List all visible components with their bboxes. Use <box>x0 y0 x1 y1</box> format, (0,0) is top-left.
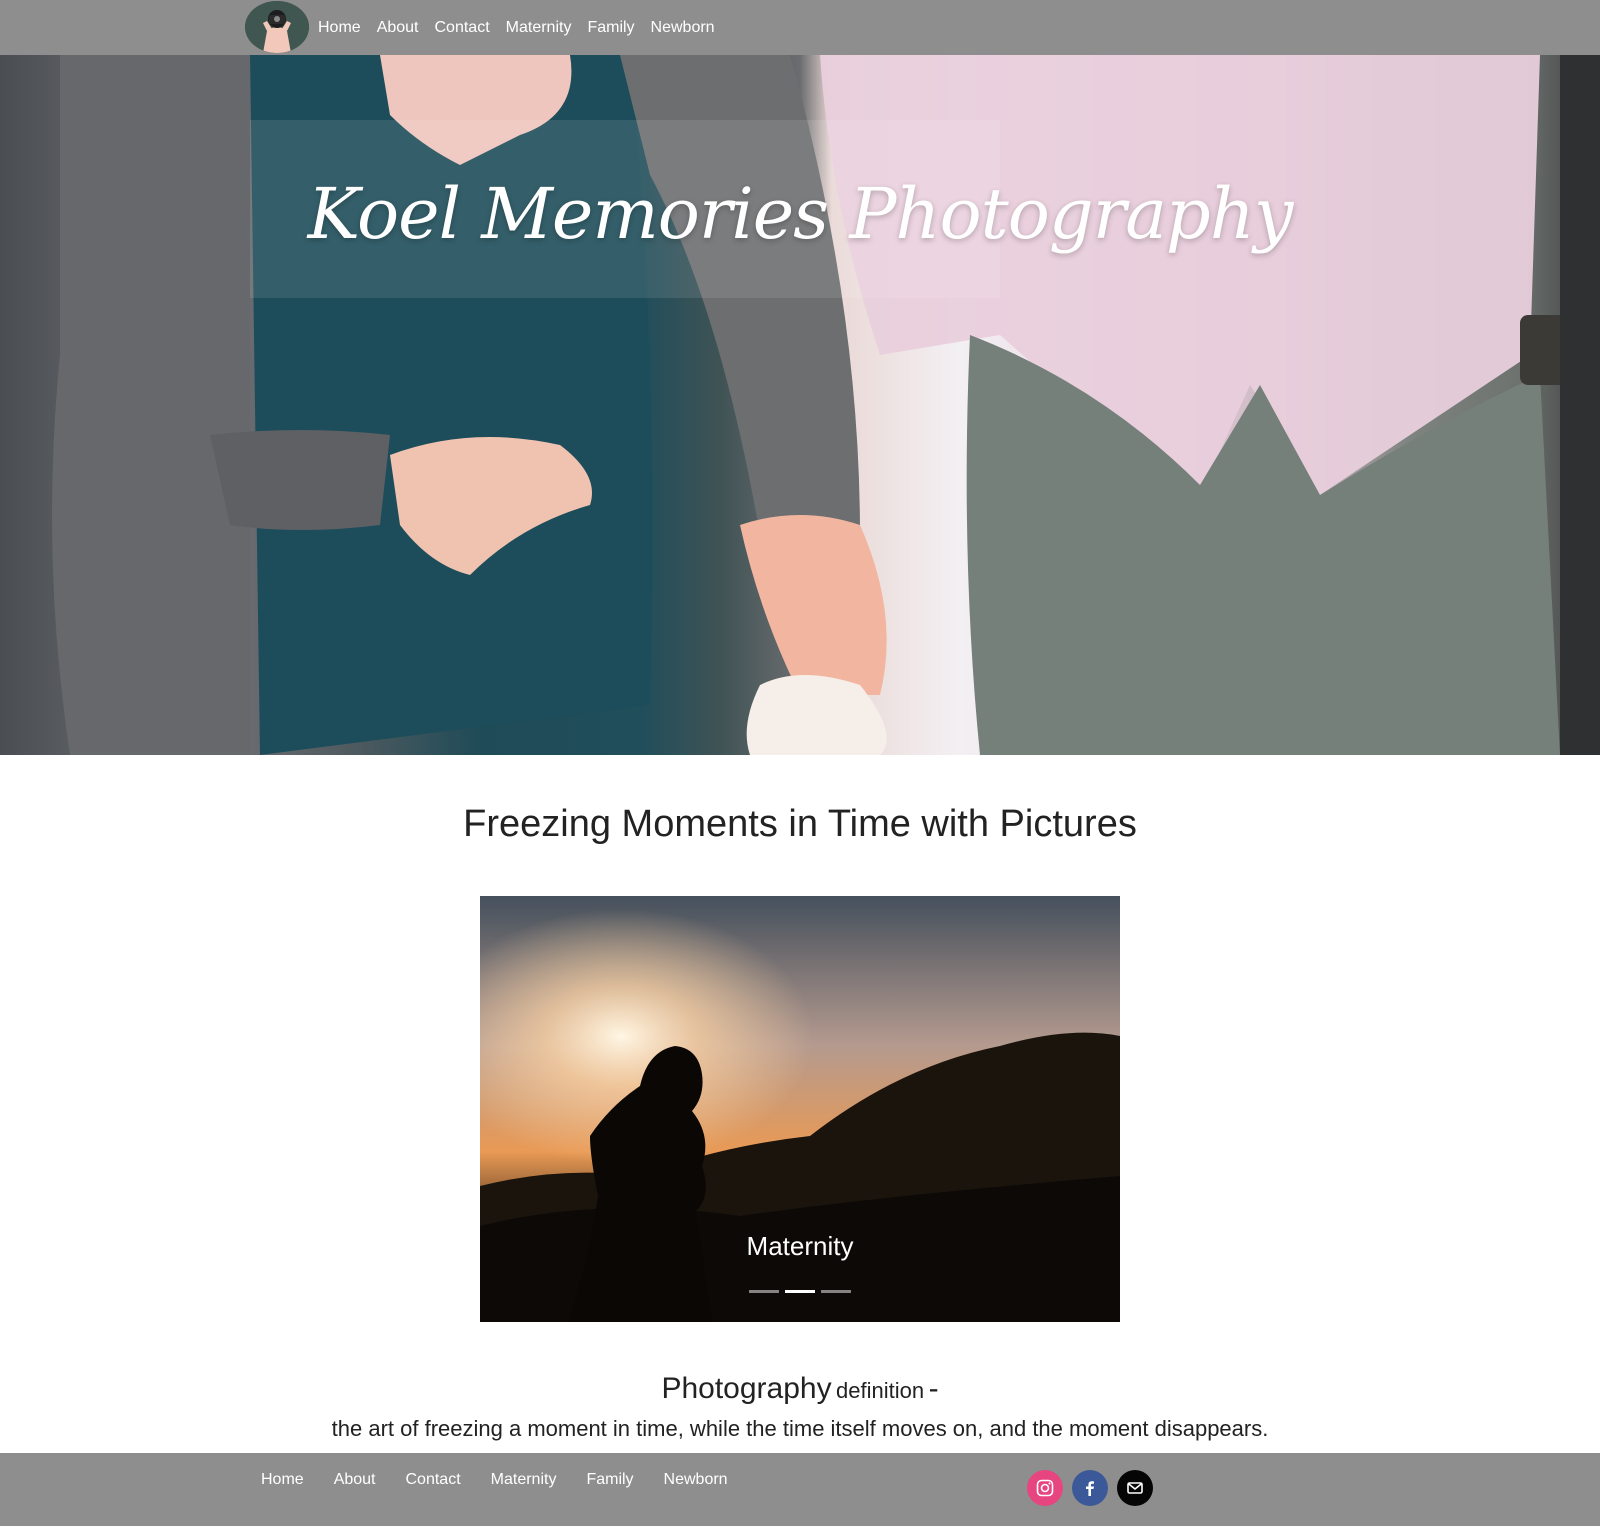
footer-link-contact[interactable]: Contact <box>406 1471 461 1489</box>
hero-banner: Koel Memories Photography <box>0 55 1600 755</box>
facebook-button[interactable] <box>1072 1470 1108 1506</box>
footer-link-maternity[interactable]: Maternity <box>491 1471 557 1489</box>
nav-links: Home About Contact Maternity Family Newb… <box>318 0 731 55</box>
footer-links: Home About Contact Maternity Family Newb… <box>261 1453 758 1507</box>
footer-link-family[interactable]: Family <box>586 1471 633 1489</box>
top-navbar: Home About Contact Maternity Family Newb… <box>0 0 1600 55</box>
instagram-button[interactable] <box>1027 1470 1063 1506</box>
nav-link-newborn[interactable]: Newborn <box>651 19 715 37</box>
facebook-icon <box>1086 1481 1094 1496</box>
hero-title: Koel Memories Photography <box>307 173 1294 255</box>
definition-heading: Photography definition - <box>0 1372 1600 1406</box>
nav-link-maternity[interactable]: Maternity <box>506 19 572 37</box>
footer-link-newborn[interactable]: Newborn <box>664 1471 728 1489</box>
definition-dash: - <box>928 1372 939 1405</box>
nav-link-contact[interactable]: Contact <box>435 19 490 37</box>
footer: Home About Contact Maternity Family Newb… <box>0 1453 1600 1526</box>
carousel-indicator-active[interactable] <box>785 1290 815 1293</box>
page-heading: Freezing Moments in Time with Pictures <box>463 803 1137 845</box>
nav-link-family[interactable]: Family <box>587 19 634 37</box>
carousel-indicator[interactable] <box>749 1290 779 1293</box>
carousel-indicator[interactable] <box>821 1290 851 1293</box>
carousel-caption: Maternity <box>746 1231 854 1261</box>
nav-link-about[interactable]: About <box>377 19 419 37</box>
definition-word: Photography <box>661 1372 832 1405</box>
email-icon <box>1127 1482 1143 1494</box>
nav-link-home[interactable]: Home <box>318 19 361 37</box>
image-carousel[interactable]: Maternity <box>480 896 1120 1322</box>
definition-text: the art of freezing a moment in time, wh… <box>331 1416 1269 1441</box>
instagram-icon <box>1036 1479 1054 1497</box>
definition-label: definition <box>836 1378 925 1403</box>
footer-link-home[interactable]: Home <box>261 1471 304 1489</box>
email-button[interactable] <box>1117 1470 1153 1506</box>
photographer-icon <box>245 1 309 53</box>
logo-avatar[interactable] <box>245 1 309 53</box>
footer-link-about[interactable]: About <box>334 1471 376 1489</box>
carousel-indicators <box>480 1290 1120 1293</box>
